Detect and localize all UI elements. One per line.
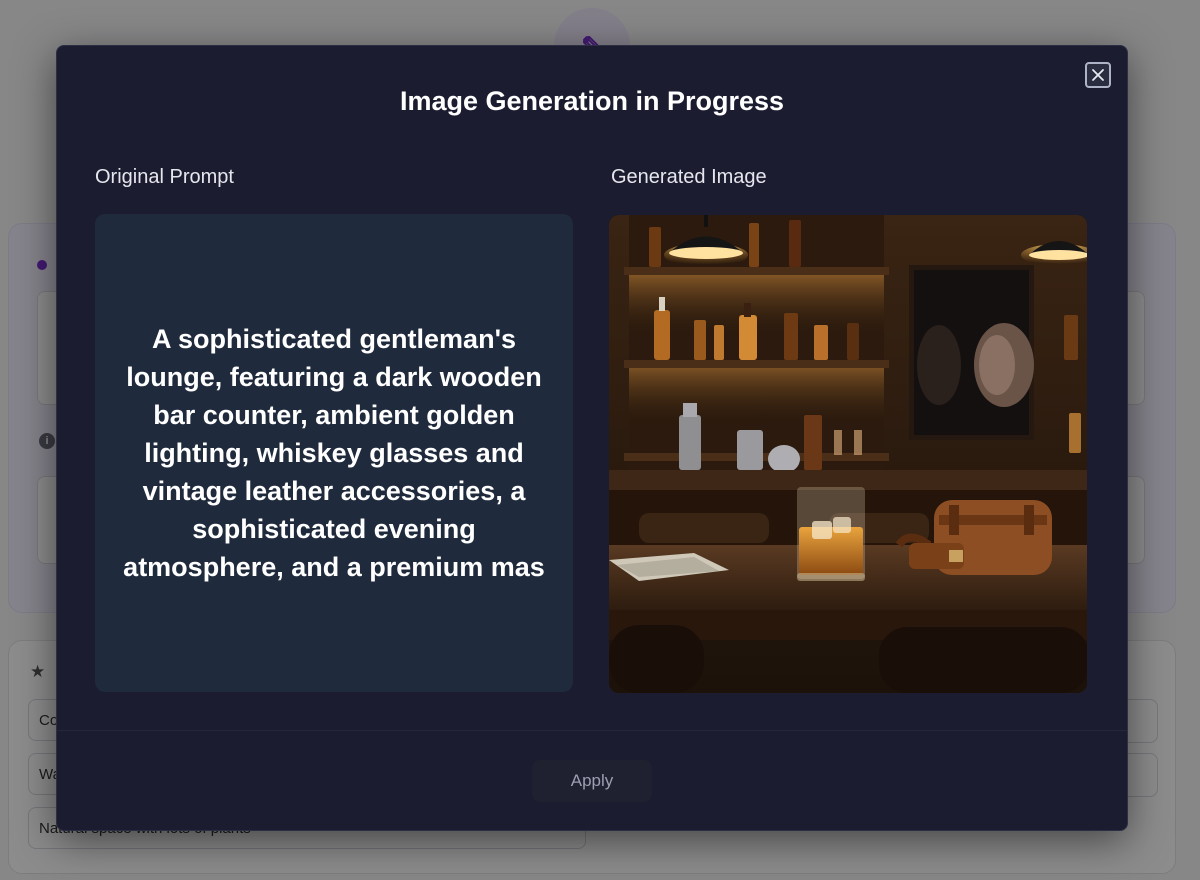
apply-button[interactable]: Apply [532, 760, 652, 802]
prompt-text: A sophisticated gentleman's lounge, feat… [123, 324, 545, 582]
original-prompt-label: Original Prompt [95, 166, 234, 188]
image-generation-modal: Image Generation in Progress Original Pr… [56, 45, 1128, 831]
close-icon [1092, 69, 1104, 81]
modal-title: Image Generation in Progress [399, 86, 785, 116]
generated-image-illustration [609, 215, 1087, 693]
generated-image [609, 215, 1087, 693]
generated-image-label: Generated Image [611, 166, 767, 188]
footer-divider [57, 730, 1127, 731]
close-button[interactable] [1085, 62, 1111, 88]
original-prompt-box: A sophisticated gentleman's lounge, feat… [95, 214, 573, 692]
